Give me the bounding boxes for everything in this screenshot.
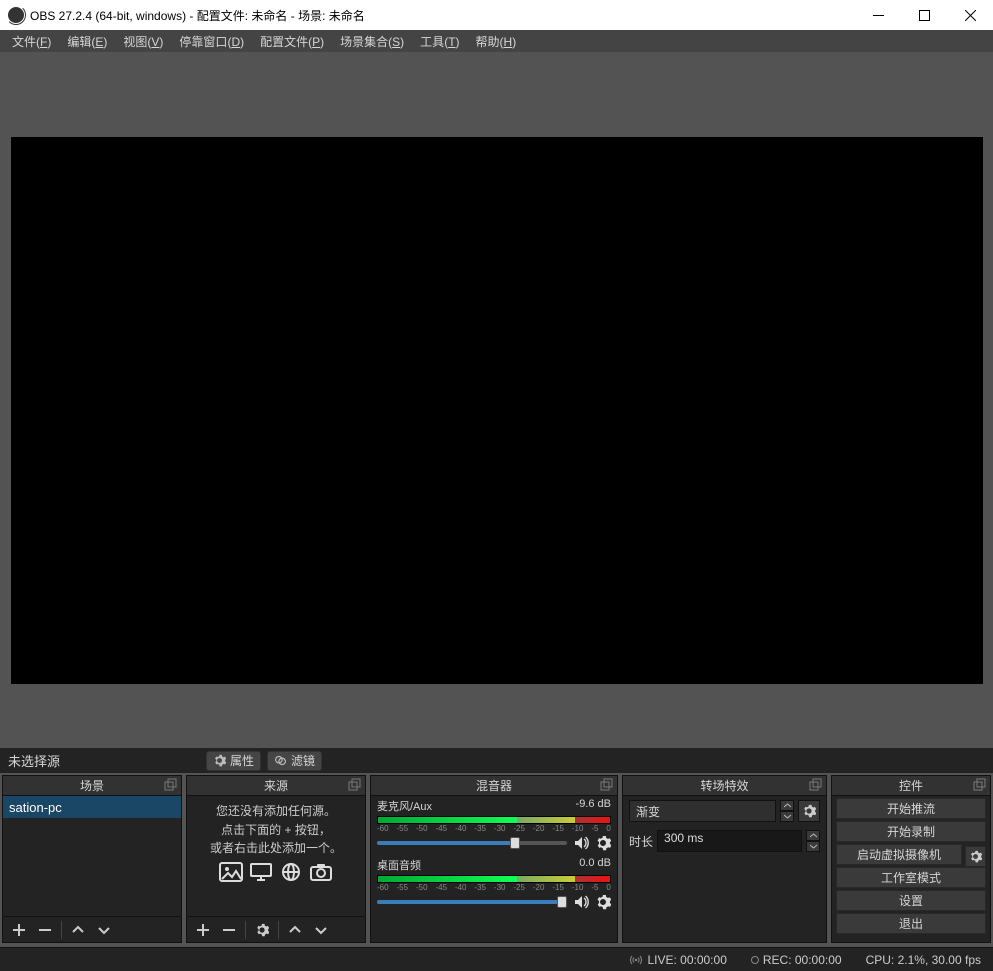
menu-profile[interactable]: 配置文件(P)	[252, 33, 332, 50]
source-context-bar: 未选择源 属性 滤镜	[0, 748, 993, 773]
duration-input[interactable]: 300 ms	[657, 830, 802, 852]
camera-source-icon	[309, 862, 333, 882]
settings-button[interactable]: 设置	[836, 890, 986, 911]
status-rec: REC: 00:00:00	[751, 953, 842, 967]
duration-label: 时长	[629, 833, 653, 850]
remove-source-button[interactable]	[217, 919, 241, 941]
studio-mode-button[interactable]: 工作室模式	[836, 867, 986, 888]
channel-name: 桌面音频	[377, 857, 421, 873]
menu-docks[interactable]: 停靠窗口(D)	[171, 33, 252, 50]
mixer-title: 混音器	[476, 777, 512, 794]
sources-empty-hint: 您还没有添加任何源。 点击下面的 + 按钮， 或者右击此处添加一个。	[187, 796, 365, 888]
filters-button[interactable]: 滤镜	[267, 751, 322, 771]
source-up-button[interactable]	[283, 919, 307, 941]
channel-db: -9.6 dB	[576, 798, 611, 814]
scene-up-button[interactable]	[66, 919, 90, 941]
source-down-button[interactable]	[309, 919, 333, 941]
meter-ticks: -60-55-50-45-40-35-30-25-20-15-10-50	[377, 883, 611, 892]
image-source-icon	[219, 862, 243, 882]
remove-scene-button[interactable]	[33, 919, 57, 941]
gear-icon	[213, 754, 226, 767]
channel-db: 0.0 dB	[579, 857, 611, 873]
scenes-dock: 场景 sation-pc	[2, 775, 182, 943]
controls-dock: 控件 开始推流 开始录制 启动虚拟摄像机 工作室模式 设置 退出	[831, 775, 991, 943]
mixer-dock: 混音器 麦克风/Aux -9.6 dB -60-55-50-45-40-35-30…	[370, 775, 618, 943]
popout-icon[interactable]	[163, 778, 177, 792]
meter-ticks: -60-55-50-45-40-35-30-25-20-15-10-50	[377, 824, 611, 833]
transitions-title: 转场特效	[700, 777, 748, 794]
sources-title: 来源	[264, 777, 288, 794]
display-source-icon	[249, 862, 273, 882]
start-vcam-button[interactable]: 启动虚拟摄像机	[836, 844, 962, 865]
no-source-selected-label: 未选择源	[0, 751, 200, 770]
filters-icon	[274, 754, 287, 767]
transition-select[interactable]: 渐变	[629, 800, 776, 822]
popout-icon[interactable]	[808, 778, 822, 792]
start-record-button[interactable]: 开始录制	[836, 821, 986, 842]
volume-slider[interactable]	[377, 841, 567, 845]
start-stream-button[interactable]: 开始推流	[836, 798, 986, 819]
exit-button[interactable]: 退出	[836, 913, 986, 934]
controls-title: 控件	[899, 777, 923, 794]
channel-settings-icon[interactable]	[595, 894, 611, 910]
menu-edit[interactable]: 编辑(E)	[59, 33, 115, 50]
transition-spinner[interactable]	[780, 800, 794, 822]
record-icon	[751, 956, 759, 964]
channel-settings-icon[interactable]	[595, 835, 611, 851]
menu-view[interactable]: 视图(V)	[115, 33, 171, 50]
popout-icon[interactable]	[972, 778, 986, 792]
add-scene-button[interactable]	[7, 919, 31, 941]
menu-scene-collection[interactable]: 场景集合(S)	[332, 33, 412, 50]
window-title: OBS 27.2.4 (64-bit, windows) - 配置文件: 未命名…	[30, 7, 855, 24]
obs-logo-icon	[8, 7, 24, 23]
scene-item[interactable]: sation-pc	[3, 796, 181, 818]
window-titlebar: OBS 27.2.4 (64-bit, windows) - 配置文件: 未命名…	[0, 0, 993, 30]
transitions-dock: 转场特效 渐变 时长 300 ms	[622, 775, 827, 943]
source-properties-button[interactable]	[250, 919, 274, 941]
minimize-button[interactable]	[855, 0, 901, 30]
vcam-settings-button[interactable]	[965, 846, 986, 867]
mixer-channel-mic: 麦克风/Aux -9.6 dB -60-55-50-45-40-35-30-25-…	[371, 796, 617, 855]
sources-dock: 来源 您还没有添加任何源。 点击下面的 + 按钮， 或者右击此处添加一个。	[186, 775, 366, 943]
menu-help[interactable]: 帮助(H)	[468, 33, 525, 50]
properties-button[interactable]: 属性	[206, 751, 261, 771]
menu-bar: 文件(F) 编辑(E) 视图(V) 停靠窗口(D) 配置文件(P) 场景集合(S…	[0, 30, 993, 52]
maximize-button[interactable]	[901, 0, 947, 30]
popout-icon[interactable]	[599, 778, 613, 792]
preview-area	[0, 52, 993, 748]
status-cpu: CPU: 2.1%, 30.00 fps	[866, 953, 981, 967]
broadcast-icon	[629, 955, 643, 965]
vu-meter	[377, 875, 611, 883]
speaker-icon[interactable]	[573, 835, 589, 851]
video-preview[interactable]	[11, 137, 983, 684]
popout-icon[interactable]	[347, 778, 361, 792]
scene-down-button[interactable]	[92, 919, 116, 941]
menu-file[interactable]: 文件(F)	[4, 33, 59, 50]
add-source-button[interactable]	[191, 919, 215, 941]
transition-settings-button[interactable]	[798, 800, 820, 822]
browser-source-icon	[279, 862, 303, 882]
status-bar: LIVE: 00:00:00 REC: 00:00:00 CPU: 2.1%, …	[0, 947, 993, 971]
channel-name: 麦克风/Aux	[377, 798, 432, 814]
status-live: LIVE: 00:00:00	[629, 953, 726, 967]
close-button[interactable]	[947, 0, 993, 30]
volume-slider[interactable]	[377, 900, 567, 904]
speaker-icon[interactable]	[573, 894, 589, 910]
menu-tools[interactable]: 工具(T)	[412, 33, 467, 50]
scenes-title: 场景	[80, 777, 104, 794]
duration-spinner[interactable]	[806, 830, 820, 852]
mixer-channel-desktop: 桌面音频 0.0 dB -60-55-50-45-40-35-30-25-20-1…	[371, 855, 617, 914]
vu-meter	[377, 816, 611, 824]
